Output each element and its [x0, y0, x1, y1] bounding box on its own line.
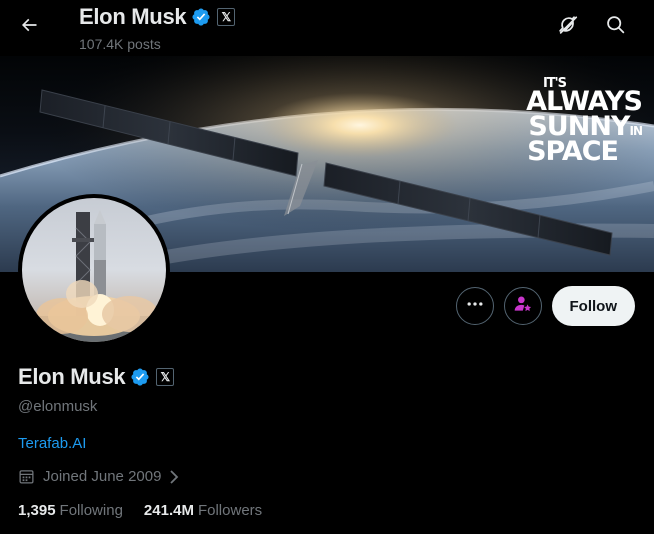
- top-bar: Elon Musk 𝕏 107.4K posts: [0, 0, 654, 56]
- profile-website-link[interactable]: Terafab.AI: [18, 435, 86, 452]
- more-button[interactable]: [455, 287, 494, 325]
- subscribe-button[interactable]: [503, 287, 542, 325]
- search-icon: [605, 14, 626, 40]
- following-link[interactable]: 1,395 Following: [18, 502, 123, 519]
- search-button[interactable]: [598, 10, 632, 44]
- following-label: Following: [59, 502, 123, 519]
- arrow-left-icon: [19, 15, 39, 40]
- more-horizontal-icon: [465, 294, 485, 319]
- banner-text-in: IN: [629, 123, 642, 138]
- profile-avatar[interactable]: [18, 194, 170, 346]
- affiliate-x-badge-icon: 𝕏: [217, 8, 236, 26]
- joined-text: Joined June 2009: [43, 468, 162, 485]
- followers-link[interactable]: 241.4M Followers: [144, 502, 262, 519]
- avatar-image: [22, 198, 166, 342]
- person-star-icon: [513, 294, 533, 319]
- rocket-launch-illustration: [22, 210, 166, 342]
- follow-stats: 1,395 Following 241.4M Followers: [18, 502, 636, 519]
- verified-badge-icon[interactable]: [130, 367, 150, 387]
- following-count: 1,395: [18, 502, 56, 519]
- header-title: Elon Musk: [79, 4, 187, 29]
- affiliate-x-badge-icon[interactable]: 𝕏: [156, 368, 175, 386]
- follow-button[interactable]: Follow: [551, 286, 635, 326]
- profile-actions: Follow: [455, 286, 635, 326]
- verified-badge-icon: [191, 7, 211, 27]
- followers-label: Followers: [197, 502, 263, 519]
- banner-slogan: IT'S ALWAYS SUNNYIN SPACE: [526, 77, 643, 167]
- joined-date[interactable]: Joined June 2009: [18, 468, 636, 485]
- back-button[interactable]: [12, 10, 46, 44]
- followers-count: 241.4M: [143, 502, 194, 519]
- profile-handle: @elonmusk: [18, 398, 98, 415]
- posts-count: 107.4K posts: [79, 36, 161, 52]
- chevron-right-icon: [167, 469, 181, 485]
- profile-info: Elon Musk 𝕏 @elonmusk Terafab.AI Joined …: [18, 364, 636, 519]
- header-title-block: Elon Musk 𝕏 107.4K posts: [79, 4, 236, 52]
- profile-name: Elon Musk: [18, 364, 126, 389]
- grok-icon: [557, 14, 579, 41]
- calendar-icon: [18, 468, 35, 485]
- banner-text-space: SPACE: [527, 135, 619, 167]
- grok-button[interactable]: [551, 10, 585, 44]
